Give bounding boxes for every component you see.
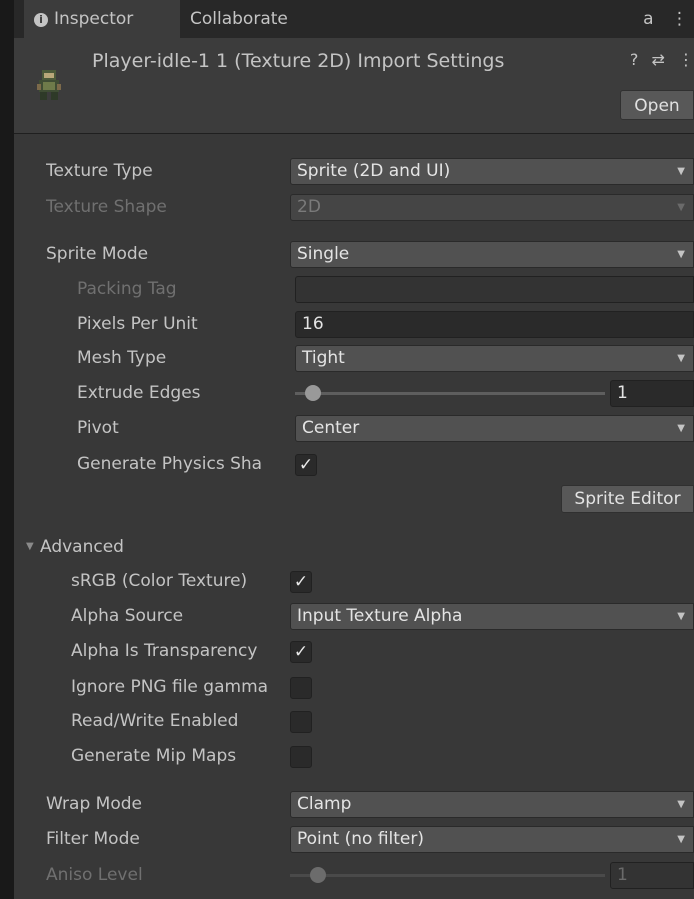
info-icon: i [34, 13, 48, 27]
pixels-per-unit-input[interactable]: 16 [295, 311, 694, 338]
srgb-label: sRGB (Color Texture) [71, 571, 248, 591]
packing-tag-row: Packing Tag [14, 274, 694, 304]
generate-mip-maps-checkbox[interactable] [290, 746, 312, 768]
chevron-down-icon: ▼ [677, 249, 685, 260]
texture-type-value: Sprite (2D and UI) [297, 161, 451, 181]
help-icon[interactable]: ? [630, 50, 639, 69]
sprite-thumbnail [37, 70, 61, 100]
texture-type-label: Texture Type [46, 161, 153, 181]
kebab-menu-icon[interactable]: ⋮ [671, 9, 688, 29]
pivot-dropdown[interactable]: Center ▼ [295, 415, 694, 442]
foldout-arrow-icon: ▼ [26, 541, 34, 552]
extrude-edges-slider-handle[interactable] [305, 385, 321, 401]
wrap-mode-value: Clamp [297, 794, 352, 814]
sprite-mode-row: Sprite Mode Single ▼ [14, 239, 694, 269]
aniso-level-slider-track [290, 874, 605, 877]
ignore-png-gamma-row: Ignore PNG file gamma [14, 672, 694, 702]
extrude-edges-input[interactable]: 1 [610, 380, 694, 407]
texture-shape-value: 2D [297, 197, 321, 217]
aniso-level-slider-handle [310, 867, 326, 883]
srgb-row: sRGB (Color Texture) ✓ [14, 566, 694, 596]
alpha-source-row: Alpha Source Input Texture Alpha ▼ [14, 601, 694, 631]
chevron-down-icon: ▼ [677, 834, 685, 845]
pivot-value: Center [302, 418, 360, 438]
alpha-is-transparency-checkbox[interactable]: ✓ [290, 641, 312, 663]
tab-inspector[interactable]: i Inspector [24, 0, 180, 38]
asset-title: Player-idle-1 1 (Texture 2D) Import Sett… [92, 50, 505, 72]
tab-inspector-label: Inspector [54, 9, 134, 29]
sprite-mode-value: Single [297, 244, 350, 264]
texture-type-dropdown[interactable]: Sprite (2D and UI) ▼ [290, 158, 694, 185]
wrap-mode-label: Wrap Mode [46, 794, 142, 814]
alpha-source-label: Alpha Source [71, 606, 184, 626]
chevron-down-icon: ▼ [677, 611, 685, 622]
lock-icon[interactable]: a [643, 9, 653, 29]
generate-physics-shape-checkbox[interactable]: ✓ [295, 454, 317, 476]
aniso-level-label: Aniso Level [46, 865, 143, 885]
wrap-mode-dropdown[interactable]: Clamp ▼ [290, 791, 694, 818]
read-write-row: Read/Write Enabled [14, 706, 694, 736]
ignore-png-gamma-label: Ignore PNG file gamma [71, 677, 269, 697]
packing-tag-field [295, 276, 694, 303]
pivot-row: Pivot Center ▼ [14, 413, 694, 443]
extrude-edges-slider-track[interactable] [295, 392, 605, 395]
texture-shape-row: Texture Shape 2D ▼ [14, 192, 694, 222]
aniso-level-row: Aniso Level 1 [14, 860, 694, 890]
mesh-type-dropdown[interactable]: Tight ▼ [295, 345, 694, 372]
menu-icon[interactable]: ⋮ [678, 50, 694, 69]
inspector-header: Player-idle-1 1 (Texture 2D) Import Sett… [14, 38, 694, 134]
pixels-per-unit-row: Pixels Per Unit 16 [14, 309, 694, 339]
ignore-png-gamma-checkbox[interactable] [290, 677, 312, 699]
sprite-editor-row: Sprite Editor [14, 483, 694, 513]
chevron-down-icon: ▼ [677, 202, 685, 213]
chevron-down-icon: ▼ [677, 353, 685, 364]
chevron-down-icon: ▼ [677, 166, 685, 177]
import-settings-panel: Texture Type Sprite (2D and UI) ▼ Textur… [14, 134, 694, 899]
generate-physics-shape-label: Generate Physics Sha [77, 454, 263, 474]
pivot-label: Pivot [77, 418, 119, 438]
alpha-is-transparency-row: Alpha Is Transparency ✓ [14, 636, 694, 666]
pixels-per-unit-label: Pixels Per Unit [77, 314, 198, 334]
sprite-mode-label: Sprite Mode [46, 244, 149, 264]
extrude-edges-row: Extrude Edges 1 [14, 378, 694, 408]
generate-physics-shape-row: Generate Physics Sha ✓ [14, 449, 694, 479]
advanced-foldout[interactable]: ▼ Advanced [14, 532, 694, 562]
mesh-type-label: Mesh Type [77, 348, 167, 368]
tab-collaborate-label: Collaborate [190, 9, 288, 29]
preset-icon[interactable]: ⇄ [652, 50, 665, 69]
srgb-checkbox[interactable]: ✓ [290, 571, 312, 593]
texture-type-row: Texture Type Sprite (2D and UI) ▼ [14, 156, 694, 186]
alpha-source-dropdown[interactable]: Input Texture Alpha ▼ [290, 603, 694, 630]
chevron-down-icon: ▼ [677, 799, 685, 810]
alpha-is-transparency-label: Alpha Is Transparency [71, 641, 258, 661]
filter-mode-value: Point (no filter) [297, 829, 425, 849]
generate-mip-maps-label: Generate Mip Maps [71, 746, 237, 766]
advanced-label: Advanced [40, 537, 124, 557]
sprite-editor-button[interactable]: Sprite Editor [561, 485, 694, 513]
texture-shape-dropdown: 2D ▼ [290, 194, 694, 221]
read-write-checkbox[interactable] [290, 711, 312, 733]
mesh-type-value: Tight [302, 348, 345, 368]
mesh-type-row: Mesh Type Tight ▼ [14, 343, 694, 373]
texture-shape-label: Texture Shape [46, 197, 167, 217]
read-write-label: Read/Write Enabled [71, 711, 239, 731]
aniso-level-input: 1 [610, 862, 694, 889]
filter-mode-label: Filter Mode [46, 829, 140, 849]
alpha-source-value: Input Texture Alpha [297, 606, 463, 626]
inspector-window: i Inspector Collaborate a ⋮ Player-idle-1… [0, 0, 694, 899]
packing-tag-label: Packing Tag [77, 279, 177, 299]
chevron-down-icon: ▼ [677, 423, 685, 434]
wrap-mode-row: Wrap Mode Clamp ▼ [14, 789, 694, 819]
open-button[interactable]: Open [620, 90, 694, 120]
extrude-edges-label: Extrude Edges [77, 383, 201, 403]
sprite-mode-dropdown[interactable]: Single ▼ [290, 241, 694, 268]
filter-mode-dropdown[interactable]: Point (no filter) ▼ [290, 826, 694, 853]
tab-bar: i Inspector Collaborate a ⋮ [14, 0, 694, 38]
generate-mip-maps-row: Generate Mip Maps [14, 741, 694, 771]
tab-collaborate[interactable]: Collaborate [180, 0, 298, 38]
filter-mode-row: Filter Mode Point (no filter) ▼ [14, 824, 694, 854]
